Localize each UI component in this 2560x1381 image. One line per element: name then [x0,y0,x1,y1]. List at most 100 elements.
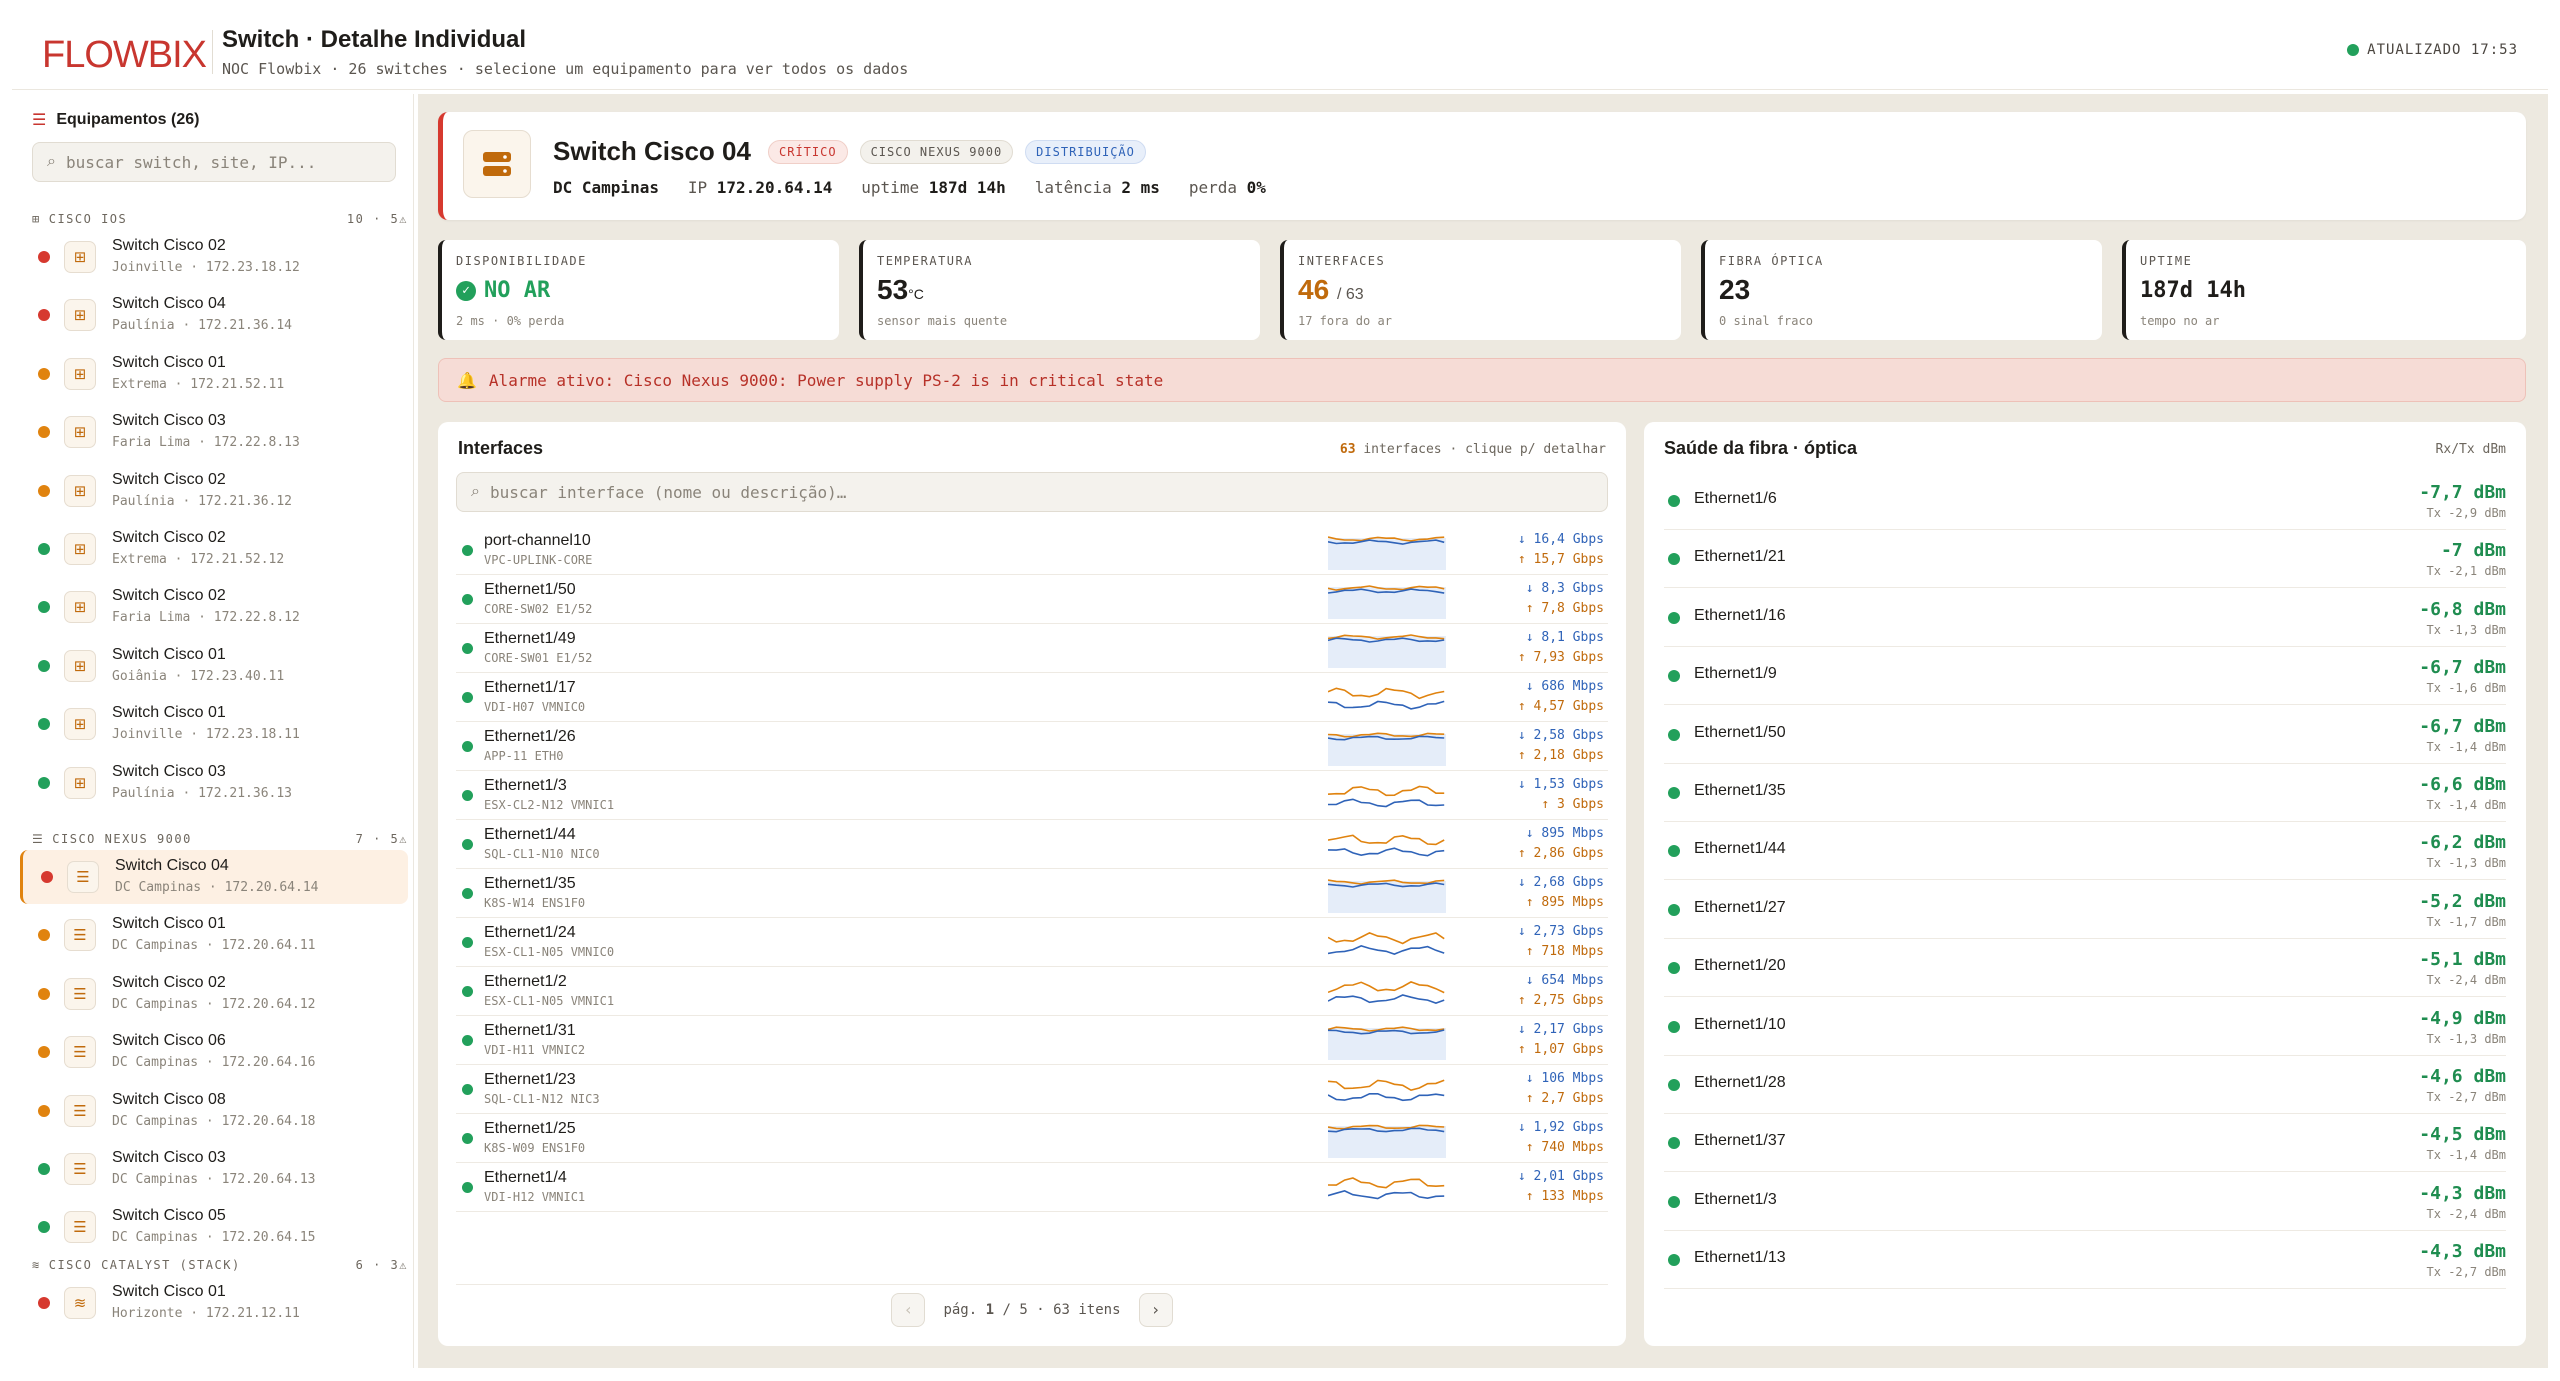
tx-line [1328,1177,1445,1189]
next-page-button[interactable]: › [1138,1292,1173,1327]
interface-name: Ethernet1/4 [484,1169,567,1186]
status-dot [462,1182,473,1193]
fiber-row[interactable]: Ethernet1/50 -6,7 dBm Tx -1,4 dBm [1664,706,2506,764]
status-dot [462,1035,473,1046]
kpi-interfaces: INTERFACES 46 / 63 17 fora do ar [1280,240,1681,340]
sidebar-item[interactable]: ⊞ Switch Cisco 03 Paulínia · 172.21.36.13 [20,756,408,810]
fiber-interface-name: Ethernet1/3 [1694,1190,1777,1208]
interface-row[interactable]: Ethernet1/26 APP-11 ETH0 ↓ 2,58 Gbps ↑ 2,18… [456,722,1608,771]
tx-rate: ↑ 740 Mbps [1525,1140,1604,1155]
interface-name: Ethernet1/23 [484,1071,576,1088]
sidebar-item[interactable]: ⊞ Switch Cisco 02 Paulínia · 172.21.36.12 [20,464,408,518]
interface-name: Ethernet1/44 [484,826,576,843]
sidebar-item[interactable]: ☰ Switch Cisco 02 DC Campinas · 172.20.64.… [20,967,408,1021]
model-badge: CISCO NEXUS 9000 [859,140,1014,164]
fiber-row[interactable]: Ethernet1/21 -7 dBm Tx -2,1 dBm [1664,530,2506,589]
status-dot [38,1221,50,1234]
fiber-row[interactable]: Ethernet1/27 -5,2 dBm Tx -1,7 dBm [1664,881,2506,939]
tx-line [1328,834,1445,846]
sidebar-item[interactable]: ⊞ Switch Cisco 02 Faria Lima · 172.22.8.12 [20,580,408,634]
fiber-tx-value: Tx -1,3 dBm [2426,622,2506,637]
fiber-interface-name: Ethernet1/20 [1694,957,1786,975]
rx-line [1328,700,1445,710]
fiber-rx-value: -4,5 dBm [2419,1124,2506,1146]
interface-row[interactable]: Ethernet1/23 SQL-CL1-N12 NIC3 ↓ 106 Mbps ↑ … [456,1065,1608,1114]
fiber-row[interactable]: Ethernet1/10 -4,9 dBm Tx -1,3 dBm [1664,998,2506,1056]
status-dot [38,718,50,731]
sidebar-item[interactable]: ⊞ Switch Cisco 01 Joinville · 172.23.18.11 [20,697,408,751]
kpi-fiber: FIBRA ÓPTICA 23 0 sinal fraco [1701,240,2102,340]
interface-row[interactable]: Ethernet1/49 CORE-SW01 E1/52 ↓ 8,1 Gbps ↑ 7… [456,624,1608,673]
interface-row[interactable]: Ethernet1/44 SQL-CL1-N10 NIC0 ↓ 895 Mbps ↑ … [456,820,1608,869]
traffic-sparkline [1328,1124,1446,1158]
fiber-rx-value: -4,9 dBm [2419,1007,2506,1029]
sidebar-item[interactable]: ⊞ Switch Cisco 01 Goiânia · 172.23.40.11 [20,639,408,693]
fiber-rx-value: -7,7 dBm [2419,482,2506,503]
interfaces-panel: Interfaces 63 interfaces · clique p/ det… [438,422,1626,1346]
fiber-tx-value: Tx -2,4 dBm [2426,973,2506,988]
kpi-sub: tempo no ar [2140,314,2220,328]
status-dot [1668,1137,1680,1150]
current-page: 1 [985,1301,995,1318]
status-dot [462,545,473,556]
interface-row[interactable]: port-channel10 VPC-UPLINK-CORE ↓ 16,4 Gbps… [456,526,1608,575]
interface-row[interactable]: Ethernet1/17 VDI-H07 VMNIC0 ↓ 686 Mbps ↑ 4,… [456,673,1608,722]
fiber-row[interactable]: Ethernet1/16 -6,8 dBm Tx -1,3 dBm [1664,589,2506,647]
fiber-row[interactable]: Ethernet1/28 -4,6 dBm Tx -2,7 dBm [1664,1056,2506,1114]
fiber-rx-value: -6,7 dBm [2419,657,2506,679]
fiber-row[interactable]: Ethernet1/44 -6,2 dBm Tx -1,3 dBm [1664,822,2506,881]
status-dot [38,1297,50,1309]
sidebar-item[interactable]: ⊞ Switch Cisco 03 Faria Lima · 172.22.8.13 [20,405,408,459]
group-count: 10 · 5⚠ [346,212,408,226]
temperature-value: 53 [877,274,909,305]
interface-description: K8S-W09 ENS1F0 [484,1141,586,1155]
status-dot [1668,903,1680,916]
fiber-row[interactable]: Ethernet1/35 -6,6 dBm Tx -1,4 dBm [1664,764,2506,822]
pagination: ‹ pág. 1 / 5 · 63 itens › [456,1284,1608,1334]
switch-search-input[interactable]: ⌕ buscar switch, site, IP... [32,142,396,182]
interface-row[interactable]: Ethernet1/35 K8S-W14 ENS1F0 ↓ 2,68 Gbps ↑ 8… [456,869,1608,918]
sidebar-item-sub: Goiânia · 172.23.40.11 [112,668,285,684]
sidebar-item[interactable]: ⊞ Switch Cisco 04 Paulínia · 172.21.36.14 [20,288,408,342]
status-dot [1668,1254,1680,1267]
fiber-row[interactable]: Ethernet1/13 -4,3 dBm Tx -2,7 dBm [1664,1231,2506,1290]
sidebar-item[interactable]: ☰ Switch Cisco 03 DC Campinas · 172.20.64.… [20,1142,408,1196]
fiber-row[interactable]: Ethernet1/9 -6,7 dBm Tx -1,6 dBm [1664,647,2506,706]
prev-page-button[interactable]: ‹ [891,1292,926,1327]
interface-row[interactable]: Ethernet1/2 ESX-CL1-N05 VMNIC1 ↓ 654 Mbps ↑… [456,967,1608,1016]
fiber-row[interactable]: Ethernet1/3 -4,3 dBm Tx -2,4 dBm [1664,1173,2506,1231]
sidebar-item[interactable]: ☰ Switch Cisco 06 DC Campinas · 172.20.64.… [20,1025,408,1079]
fiber-tx-value: Tx -1,4 dBm [2426,798,2506,812]
interface-row[interactable]: Ethernet1/31 VDI-H11 VMNIC2 ↓ 2,17 Gbps ↑ 1… [456,1016,1608,1065]
interface-row[interactable]: Ethernet1/50 CORE-SW02 E1/52 ↓ 8,3 Gbps ↑ 7… [456,575,1608,624]
interface-search-input[interactable]: ⌕ buscar interface (nome ou descrição)… [456,472,1608,512]
fiber-tx-value: Tx -2,7 dBm [2426,1090,2506,1104]
sidebar-item[interactable]: ≋ Switch Cisco 01 Horizonte · 172.21.12.11 [20,1276,408,1330]
sidebar-item-name: Switch Cisco 03 [112,762,226,780]
interface-row[interactable]: Ethernet1/4 VDI-H12 VMNIC1 ↓ 2,01 Gbps ↑ 13… [456,1163,1608,1212]
fiber-row[interactable]: Ethernet1/20 -5,1 dBm Tx -2,4 dBm [1664,939,2506,998]
sidebar-item[interactable]: ☰ Switch Cisco 01 DC Campinas · 172.20.64.… [20,908,408,962]
loss-label: perda [1188,178,1237,197]
tx-rate: ↑ 895 Mbps [1525,895,1604,910]
sidebar-item[interactable]: ☰ Switch Cisco 08 DC Campinas · 172.20.64.… [20,1084,408,1138]
kpi-row: DISPONIBILIDADE ✓ NO AR 2 ms · 0% perda … [438,240,2526,340]
network-icon: ⊞ [32,212,41,226]
sidebar-item-sub: Horizonte · 172.21.12.11 [112,1306,300,1321]
interface-row[interactable]: Ethernet1/24 ESX-CL1-N05 VMNIC0 ↓ 2,73 Gbp… [456,918,1608,967]
sidebar-item[interactable]: ☰ Switch Cisco 05 DC Campinas · 172.20.64.… [20,1200,408,1254]
status-dot [462,692,473,703]
interface-row[interactable]: Ethernet1/3 ESX-CL2-N12 VMNIC1 ↓ 1,53 Gbps… [456,771,1608,820]
sidebar-item[interactable]: ☰ Switch Cisco 04 DC Campinas · 172.20.64.… [20,850,408,904]
sidebar-item-sub: Faria Lima · 172.22.8.13 [112,435,300,451]
sidebar-item[interactable]: ⊞ Switch Cisco 01 Extrema · 172.21.52.11 [20,347,408,401]
sidebar-item[interactable]: ⊞ Switch Cisco 02 Joinville · 172.23.18.12 [20,230,408,284]
kpi-label: FIBRA ÓPTICA [1719,254,1824,268]
fiber-row[interactable]: Ethernet1/6 -7,7 dBm Tx -2,9 dBm [1664,472,2506,530]
fiber-row[interactable]: Ethernet1/37 -4,5 dBm Tx -1,4 dBm [1664,1114,2506,1173]
rx-rate: ↓ 686 Mbps [1525,679,1604,694]
status-dot [1668,611,1680,624]
interface-row[interactable]: Ethernet1/25 K8S-W09 ENS1F0 ↓ 1,92 Gbps ↑ 7… [456,1114,1608,1163]
sidebar-item-sub: DC Campinas · 172.20.64.15 [112,1230,316,1246]
sidebar-item[interactable]: ⊞ Switch Cisco 02 Extrema · 172.21.52.12 [20,522,408,576]
